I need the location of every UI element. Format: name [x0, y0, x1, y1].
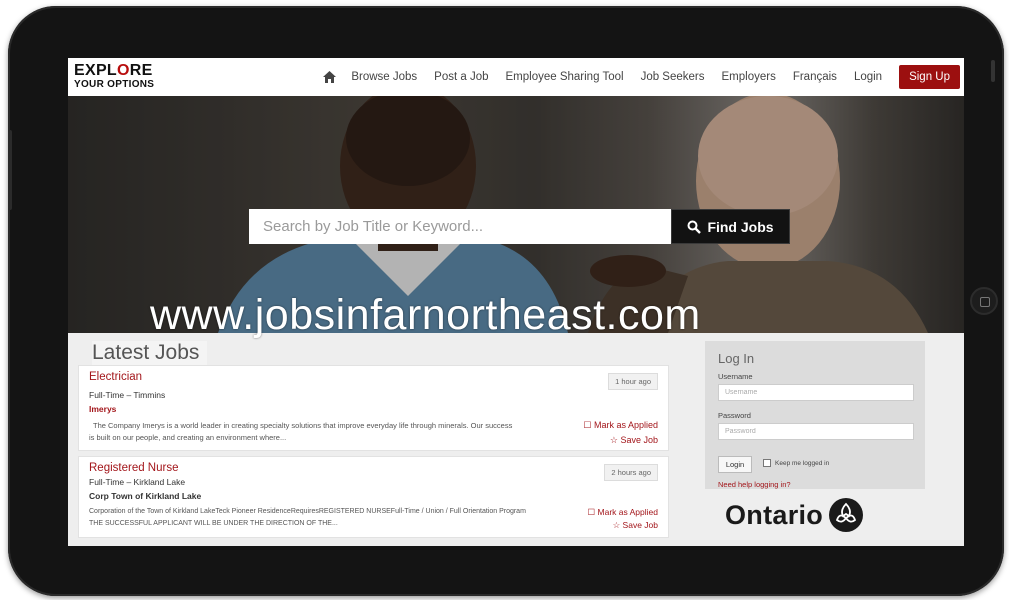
ontario-wordmark: Ontario: [725, 499, 824, 530]
nav-employers[interactable]: Employers: [722, 71, 776, 83]
explore-logo[interactable]: EXPLORE YOUR OPTIONS: [74, 63, 194, 93]
search-icon: [687, 220, 702, 234]
nav-browse-jobs[interactable]: Browse Jobs: [351, 71, 417, 83]
navbar: EXPLORE YOUR OPTIONS Browse Jobs Post a …: [68, 58, 964, 97]
nav-login[interactable]: Login: [854, 71, 882, 83]
star-icon: ☆: [609, 435, 621, 445]
job-search-bar: Find Jobs: [249, 209, 790, 244]
find-jobs-button[interactable]: Find Jobs: [671, 209, 790, 244]
nav-links: Browse Jobs Post a Job Employee Sharing …: [323, 64, 960, 90]
password-input[interactable]: [718, 423, 914, 440]
logo-line2: YOUR OPTIONS: [74, 79, 155, 90]
find-jobs-label: Find Jobs: [707, 218, 774, 235]
content-area: Latest Jobs Electrician Full-Time – Timm…: [68, 333, 964, 546]
job-card[interactable]: Electrician Full-Time – Timmins Imerys T…: [78, 365, 669, 451]
job-search-input[interactable]: [249, 209, 671, 244]
website-watermark: www.jobsinfarnortheast.com: [150, 291, 701, 339]
screen: EXPLORE YOUR OPTIONS Browse Jobs Post a …: [68, 58, 964, 546]
tablet-camera: [991, 60, 995, 82]
job-card[interactable]: Registered Nurse Full-Time – Kirkland La…: [78, 456, 669, 538]
logo-line1: EXPLORE: [74, 62, 153, 79]
job-type: Full-Time – Timmins: [89, 390, 166, 400]
star-icon: ☆: [612, 520, 623, 530]
mark-applied-button[interactable]: ☐ Mark as Applied: [588, 507, 658, 518]
username-label: Username: [718, 372, 753, 381]
save-job-button[interactable]: ☆ Save Job: [610, 435, 658, 446]
tablet-side-button: [8, 130, 12, 210]
checkbox-icon: ☐: [583, 420, 594, 430]
job-description: Corporation of the Town of Kirkland Lake…: [89, 508, 526, 527]
job-time-badge: 1 hour ago: [608, 373, 658, 390]
mark-applied-button[interactable]: ☐ Mark as Applied: [583, 420, 658, 431]
password-label: Password: [718, 411, 751, 420]
latest-jobs-heading: Latest Jobs: [92, 341, 208, 365]
login-button[interactable]: Login: [718, 456, 752, 473]
keep-logged-checkbox[interactable]: [763, 459, 771, 467]
trillium-icon: [829, 498, 864, 532]
login-title: Log In: [718, 351, 755, 366]
save-job-button[interactable]: ☆ Save Job: [613, 520, 658, 531]
login-panel: Log In Username Password Login Keep me l…: [705, 341, 925, 489]
nav-job-seekers[interactable]: Job Seekers: [641, 71, 705, 83]
tablet-home-button[interactable]: [970, 287, 998, 315]
keep-logged-label: Keep me logged in: [775, 459, 830, 467]
job-company[interactable]: Imerys: [89, 404, 116, 414]
nav-post-a-job[interactable]: Post a Job: [434, 71, 488, 83]
home-icon[interactable]: [323, 70, 337, 84]
job-time-badge: 2 hours ago: [604, 464, 658, 481]
sign-up-button[interactable]: Sign Up: [899, 65, 960, 89]
nav-francais[interactable]: Français: [793, 71, 837, 83]
job-company[interactable]: Corp Town of Kirkland Lake: [89, 491, 201, 501]
nav-employee-sharing-tool[interactable]: Employee Sharing Tool: [506, 71, 624, 83]
job-description: The Company Imerys is a world leader in …: [89, 421, 513, 442]
job-title[interactable]: Electrician: [89, 371, 142, 383]
username-input[interactable]: [718, 384, 914, 401]
checkbox-icon: ☐: [587, 507, 598, 517]
ontario-logo[interactable]: Ontario: [725, 498, 864, 532]
job-type: Full-Time – Kirkland Lake: [89, 477, 186, 487]
job-title[interactable]: Registered Nurse: [89, 462, 178, 474]
login-help-link[interactable]: Need help logging in?: [718, 480, 791, 489]
keep-logged-in[interactable]: Keep me logged in: [763, 459, 829, 467]
